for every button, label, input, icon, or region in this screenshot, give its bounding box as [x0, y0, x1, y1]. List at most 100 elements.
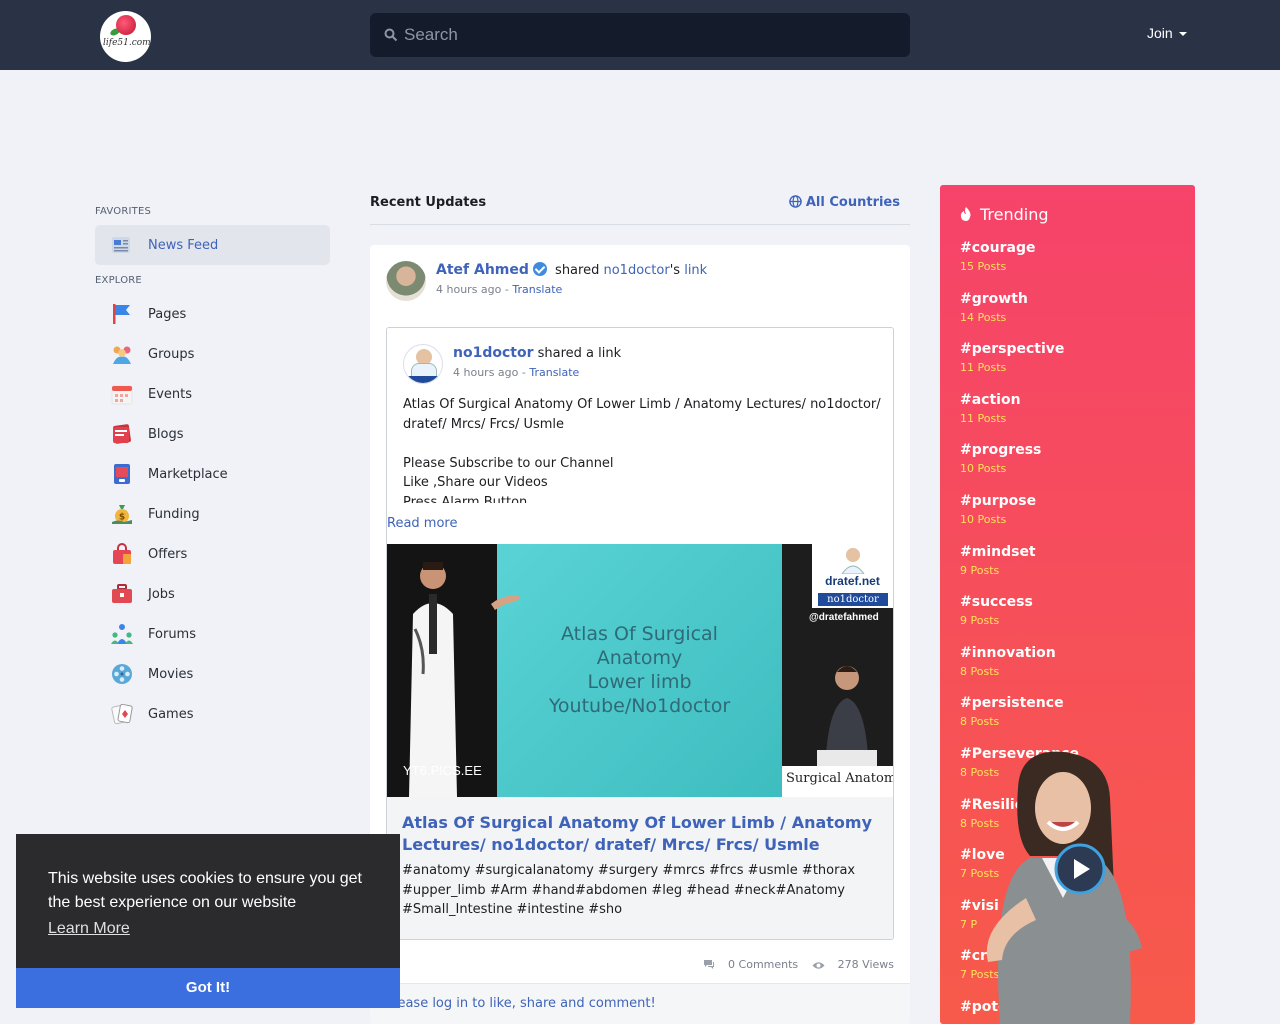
sidebar-item-games[interactable]: Games	[95, 694, 330, 734]
learn-more-link[interactable]: Learn More	[48, 920, 130, 938]
link-description: #anatomy #surgicalanatomy #surgery #mrcs…	[402, 863, 856, 917]
link-title[interactable]: Atlas Of Surgical Anatomy Of Lower Limb …	[402, 812, 872, 856]
trending-tag[interactable]: #action	[960, 392, 1021, 408]
sidebar-item-groups[interactable]: Groups	[95, 334, 330, 374]
sidebar-item-jobs[interactable]: Jobs	[95, 574, 330, 614]
post-action: shared	[555, 263, 600, 278]
trending-tag[interactable]: #mindset	[960, 544, 1036, 560]
logo-rose-icon	[116, 15, 136, 35]
sidebar-item-label: Pages	[148, 306, 187, 322]
sidebar-item-news-feed[interactable]: News Feed	[95, 225, 330, 265]
trending-tag[interactable]: #perspective	[960, 341, 1064, 357]
search-box[interactable]	[370, 13, 910, 57]
strip-text: Surgical Anatomy	[786, 771, 893, 786]
book-icon	[113, 424, 131, 444]
briefcase-icon	[112, 584, 132, 603]
views-count: 278 Views	[812, 958, 894, 971]
search-icon	[384, 28, 398, 42]
comments-count[interactable]: 0 Comments	[703, 958, 798, 971]
trending-tag[interactable]: #courage	[960, 240, 1035, 256]
join-dropdown[interactable]: Join	[1147, 25, 1187, 41]
trending-tag-item[interactable]: #purpose 10 Posts	[960, 493, 1036, 526]
post-header: Atef Ahmed shared no1doctor's link	[436, 262, 707, 278]
sidebar-item-label: Funding	[148, 506, 200, 522]
all-countries-filter[interactable]: All Countries	[789, 195, 900, 210]
slide-line: Lower limb	[587, 671, 692, 693]
post-stats: 0 Comments 278 Views	[693, 958, 894, 971]
sidebar-item-label: Groups	[148, 346, 195, 362]
channel-handle: @dratefahmed	[809, 612, 879, 623]
site-logo[interactable]: life51.com	[100, 11, 151, 62]
sidebar-item-movies[interactable]: Movies	[95, 654, 330, 694]
trending-tag-item[interactable]: #mindset 9 Posts	[960, 544, 1036, 577]
promo-video-overlay[interactable]	[960, 748, 1165, 1024]
trending-tag-item[interactable]: #progress 10 Posts	[960, 442, 1041, 475]
post-meta: 4 hours ago - Translate	[436, 283, 562, 296]
trending-tag[interactable]: #success	[960, 594, 1033, 610]
accept-cookies-button[interactable]: Got It!	[16, 968, 400, 1008]
translate-link[interactable]: Translate	[529, 366, 579, 379]
shared-author-avatar[interactable]	[403, 344, 443, 384]
video-watermark: YT6.PICS.EE	[403, 763, 482, 778]
login-prompt-link[interactable]: Please log in to like, share and comment…	[386, 996, 656, 1011]
trending-header: Trending	[960, 205, 1049, 224]
trending-count: 8 Posts	[960, 665, 1000, 678]
shared-author-name[interactable]: no1doctor	[453, 345, 533, 361]
join-label: Join	[1147, 25, 1173, 41]
all-countries-label: All Countries	[805, 195, 900, 210]
shared-target-link[interactable]: no1doctor	[603, 263, 669, 278]
trending-count: 10 Posts	[960, 513, 1007, 526]
sidebar-item-events[interactable]: Events	[95, 374, 330, 414]
trending-count: 10 Posts	[960, 462, 1007, 475]
sidebar-item-marketplace[interactable]: Marketplace	[95, 454, 330, 494]
sidebar-item-forums[interactable]: Forums	[95, 614, 330, 654]
flag-icon	[113, 304, 130, 324]
feed-header: Recent Updates All Countries	[370, 185, 910, 225]
doctor-avatar-icon	[841, 548, 865, 574]
sidebar-item-pages[interactable]: Pages	[95, 294, 330, 334]
logo-text: life51.com	[103, 38, 151, 48]
trending-tag[interactable]: #persistence	[960, 695, 1064, 711]
trending-tag-item[interactable]: #innovation 8 Posts	[960, 645, 1056, 678]
sidebar-item-offers[interactable]: Offers	[95, 534, 330, 574]
body-text: Like ,Share our Videos	[403, 475, 548, 490]
search-input[interactable]	[404, 13, 894, 57]
trending-count: 9 Posts	[960, 564, 1000, 577]
sidebar-item-label: Movies	[148, 666, 194, 682]
possessive: 's	[669, 263, 681, 278]
sidebar-item-funding[interactable]: $ Funding	[95, 494, 330, 534]
trending-tag-item[interactable]: #action 11 Posts	[960, 392, 1021, 425]
slide-text: Atlas Of Surgical Anatomy Lower limb You…	[497, 622, 782, 718]
body-text: Please Subscribe to our Channel	[403, 455, 614, 471]
author-avatar[interactable]	[386, 261, 426, 301]
trending-tag[interactable]: #growth	[960, 291, 1028, 307]
trending-tag-item[interactable]: #success 9 Posts	[960, 594, 1033, 627]
slide-line: Atlas Of Surgical	[561, 623, 718, 645]
trending-tag-item[interactable]: #perspective 11 Posts	[960, 341, 1064, 374]
store-icon	[114, 464, 130, 484]
pointing-hand-icon	[491, 595, 520, 610]
trending-tag[interactable]: #innovation	[960, 645, 1056, 661]
cookie-message: This website uses cookies to ensure you …	[48, 870, 362, 911]
read-more-link[interactable]: Read more	[387, 516, 457, 531]
trending-tag[interactable]: #purpose	[960, 493, 1036, 509]
sidebar-item-label: Blogs	[148, 426, 184, 442]
translate-link[interactable]: Translate	[512, 283, 562, 296]
cookie-banner: This website uses cookies to ensure you …	[16, 834, 400, 1008]
video-thumbnail[interactable]: Atlas Of Surgical Anatomy Lower limb You…	[387, 544, 893, 797]
lecturer-figure	[817, 666, 877, 774]
sidebar-item-blogs[interactable]: Blogs	[95, 414, 330, 454]
trending-tag[interactable]: #progress	[960, 442, 1041, 458]
author-name[interactable]: Atef Ahmed	[436, 262, 529, 278]
shared-post-header: no1doctor shared a link	[453, 345, 621, 361]
shared-post-meta: 4 hours ago - Translate	[453, 366, 579, 379]
shared-post-body: Atlas Of Surgical Anatomy Of Lower Limb …	[403, 395, 883, 503]
shared-type-link[interactable]: link	[684, 263, 707, 278]
trending-tag-item[interactable]: #growth 14 Posts	[960, 291, 1028, 324]
trending-tag-item[interactable]: #persistence 8 Posts	[960, 695, 1064, 728]
caret-down-icon	[1178, 32, 1187, 37]
favorites-heading: FAVORITES	[95, 206, 152, 217]
sidebar-item-label: Jobs	[148, 586, 175, 602]
trending-tag-item[interactable]: #courage 15 Posts	[960, 240, 1035, 273]
brand-site: dratef.net	[825, 574, 880, 588]
